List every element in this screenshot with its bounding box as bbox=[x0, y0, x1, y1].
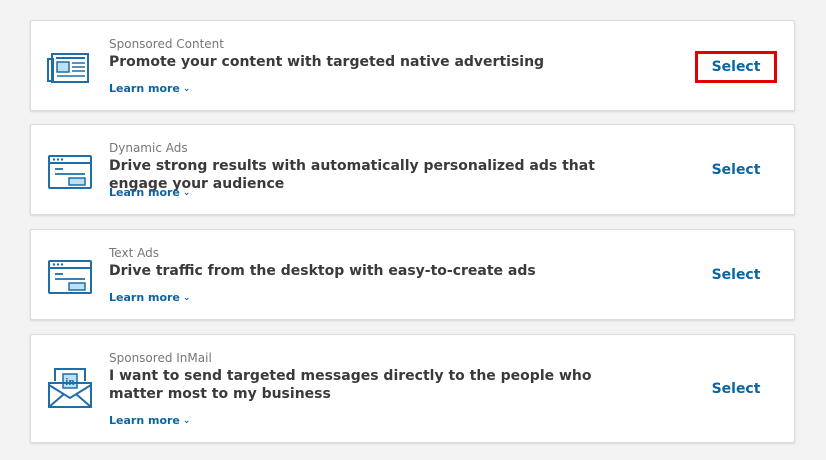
learn-more-label: Learn more bbox=[109, 414, 180, 427]
option-kicker: Text Ads bbox=[109, 246, 159, 260]
chevron-down-icon: ⌄ bbox=[182, 416, 191, 426]
learn-more-link[interactable]: Learn more ⌄ bbox=[109, 414, 190, 428]
learn-more-label: Learn more bbox=[109, 82, 180, 95]
browser-window-icon bbox=[47, 149, 93, 195]
option-title: Drive traffic from the desktop with easy… bbox=[109, 263, 536, 279]
browser-window-icon bbox=[47, 254, 93, 300]
ad-format-card-text-ads: Text Ads Drive traffic from the desktop … bbox=[30, 229, 795, 320]
learn-more-link[interactable]: Learn more ⌄ bbox=[109, 186, 190, 200]
chevron-down-icon: ⌄ bbox=[182, 293, 191, 303]
select-button[interactable]: Select bbox=[695, 373, 777, 405]
chevron-down-icon: ⌄ bbox=[182, 188, 191, 198]
option-kicker: Sponsored Content bbox=[109, 37, 224, 51]
ad-format-card-sponsored-inmail: in Sponsored InMail I want to send targe… bbox=[30, 334, 795, 443]
ad-format-card-sponsored-content: Sponsored Content Promote your content w… bbox=[30, 20, 795, 111]
select-button[interactable]: Select bbox=[695, 51, 777, 83]
learn-more-label: Learn more bbox=[109, 291, 180, 304]
learn-more-link[interactable]: Learn more ⌄ bbox=[109, 291, 190, 305]
linkedin-envelope-icon: in bbox=[47, 365, 93, 411]
option-title: I want to send targeted messages directl… bbox=[109, 368, 592, 402]
select-button[interactable]: Select bbox=[695, 259, 777, 291]
option-title: Promote your content with targeted nativ… bbox=[109, 54, 545, 70]
option-kicker: Sponsored InMail bbox=[109, 351, 212, 365]
ad-format-card-dynamic-ads: Dynamic Ads Drive strong results with au… bbox=[30, 124, 795, 215]
newspaper-icon bbox=[47, 45, 93, 91]
chevron-down-icon: ⌄ bbox=[182, 84, 191, 94]
option-kicker: Dynamic Ads bbox=[109, 141, 188, 155]
learn-more-link[interactable]: Learn more ⌄ bbox=[109, 82, 190, 96]
learn-more-label: Learn more bbox=[109, 186, 180, 199]
select-button[interactable]: Select bbox=[695, 154, 777, 186]
